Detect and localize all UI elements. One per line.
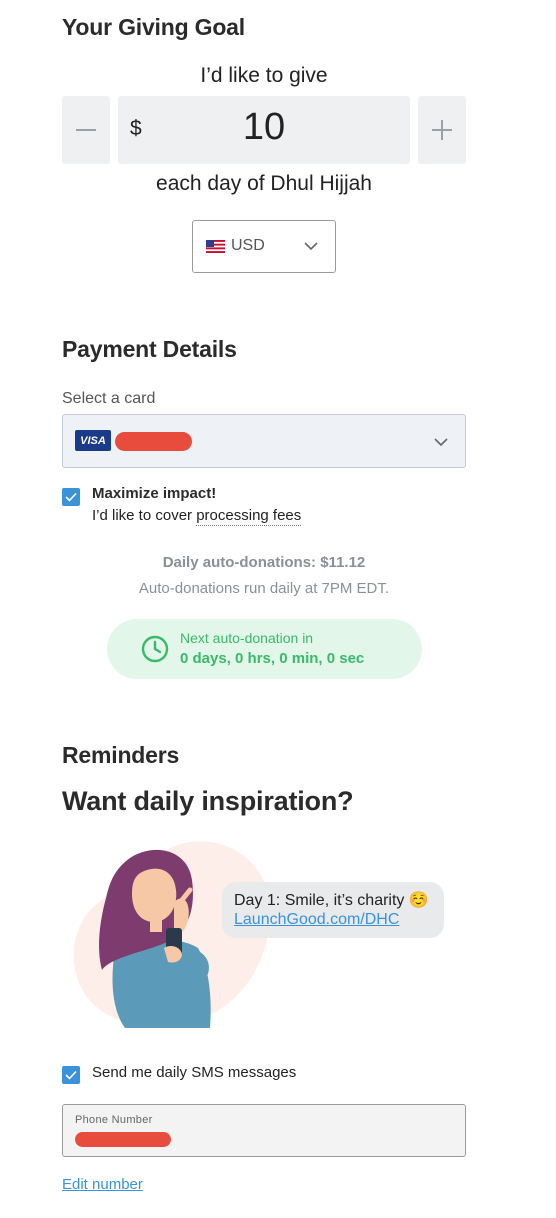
sms-opt-in-label: Send me daily SMS messages xyxy=(92,1064,297,1081)
amount-input[interactable]: $ 10 xyxy=(118,96,410,164)
next-donation-countdown: Next auto-donation in 0 days, 0 hrs, 0 m… xyxy=(107,619,422,679)
select-card-label: Select a card xyxy=(62,390,156,407)
edit-number-link[interactable]: Edit number xyxy=(62,1176,143,1193)
redacted-phone-number xyxy=(75,1132,171,1147)
phone-number-label: Phone Number xyxy=(75,1114,153,1126)
daily-auto-donation-total: Daily auto-donations: $11.12 xyxy=(162,554,366,571)
sms-preview-link[interactable]: LaunchGood.com/DHC xyxy=(234,911,399,929)
increase-amount-button[interactable] xyxy=(418,96,466,164)
next-donation-time: 0 days, 0 hrs, 0 min, 0 sec xyxy=(180,650,365,667)
redacted-card-number xyxy=(115,432,192,451)
processing-fees-tooltip[interactable]: processing fees xyxy=(196,507,302,526)
plus-icon xyxy=(432,120,452,140)
giving-goal-heading: Your Giving Goal xyxy=(62,14,245,40)
currency-code: USD xyxy=(231,237,265,254)
checkmark-icon xyxy=(65,492,77,502)
maximize-impact-checkbox[interactable] xyxy=(62,488,80,506)
give-intro-text: I’d like to give xyxy=(200,64,328,87)
card-select[interactable]: VISA xyxy=(62,414,466,468)
us-flag-icon xyxy=(206,240,225,253)
chevron-down-icon xyxy=(434,438,448,447)
auto-donation-schedule: Auto-donations run daily at 7PM EDT. xyxy=(138,580,390,597)
maximize-impact-prefix: I’d like to cover xyxy=(92,507,197,524)
currency-select[interactable]: USD xyxy=(192,220,336,273)
chevron-down-icon xyxy=(304,242,318,251)
visa-logo-icon: VISA xyxy=(75,430,111,451)
give-suffix-text: each day of Dhul Hijjah xyxy=(156,172,372,195)
maximize-impact-title: Maximize impact! xyxy=(92,485,217,502)
inspiration-title: Want daily inspiration? xyxy=(62,786,354,816)
clock-icon xyxy=(141,635,169,663)
payment-details-heading: Payment Details xyxy=(62,336,237,362)
maximize-impact-text: I’d like to cover processing fees xyxy=(92,507,302,526)
decrease-amount-button[interactable] xyxy=(62,96,110,164)
reminders-heading: Reminders xyxy=(62,742,180,768)
checkmark-icon xyxy=(65,1070,77,1080)
next-donation-label: Next auto-donation in xyxy=(180,630,314,646)
amount-value: 10 xyxy=(242,106,286,148)
sms-preview-text: Day 1: Smile, it’s charity ☺️ xyxy=(234,892,429,909)
minus-icon xyxy=(76,129,96,131)
phone-number-field[interactable]: Phone Number xyxy=(62,1104,466,1157)
sms-opt-in-checkbox[interactable] xyxy=(62,1066,80,1084)
sms-preview-bubble: Day 1: Smile, it’s charity ☺️ LaunchGood… xyxy=(222,882,444,938)
